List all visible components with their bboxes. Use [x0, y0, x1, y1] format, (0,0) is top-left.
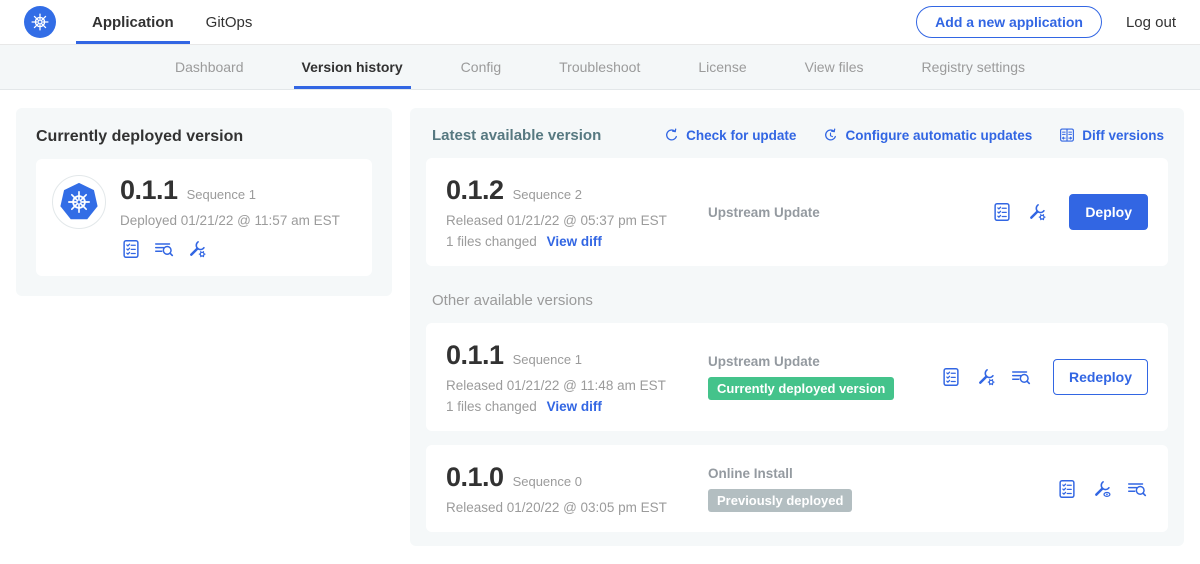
version-number: 0.1.1 — [446, 340, 504, 371]
subnav-tab-license[interactable]: License — [698, 45, 746, 89]
other-versions-title: Other available versions — [432, 292, 1168, 309]
files-changed-label: 1 files changed — [446, 399, 537, 414]
subnav-tab-config[interactable]: Config — [461, 45, 501, 89]
view-diff-link[interactable]: View diff — [547, 399, 602, 414]
version-card-0-1-2: 0.1.2 Sequence 2 Released 01/21/22 @ 05:… — [426, 158, 1168, 266]
version-number: 0.1.2 — [446, 175, 504, 206]
current-version-card: 0.1.1 Sequence 1 Deployed 01/21/22 @ 11:… — [36, 159, 372, 276]
current-version-number: 0.1.1 — [120, 175, 178, 206]
app-tabs: Application GitOps — [76, 0, 268, 44]
version-sequence: Sequence 2 — [513, 187, 582, 202]
version-source-label: Online Install — [708, 466, 1056, 481]
check-for-update-label: Check for update — [686, 128, 796, 143]
diff-versions-label: Diff versions — [1082, 128, 1164, 143]
release-notes-icon[interactable] — [1010, 366, 1032, 388]
tab-application[interactable]: Application — [76, 0, 190, 44]
available-versions-panel: Latest available version Check for updat… — [410, 108, 1184, 546]
subnav-tab-registry-settings[interactable]: Registry settings — [922, 45, 1025, 89]
latest-version-title: Latest available version — [432, 127, 601, 144]
edit-config-icon[interactable] — [1026, 201, 1048, 223]
main-content: Currently deployed version 0.1.1 Sequenc… — [0, 90, 1200, 546]
edit-config-icon[interactable] — [975, 366, 997, 388]
add-application-button[interactable]: Add a new application — [916, 6, 1102, 38]
redeploy-button[interactable]: Redeploy — [1053, 359, 1148, 395]
release-notes-icon[interactable] — [153, 238, 175, 260]
view-config-icon[interactable] — [1091, 478, 1113, 500]
subnav-tab-version-history[interactable]: Version history — [302, 45, 403, 89]
version-number: 0.1.0 — [446, 462, 504, 493]
files-changed-label: 1 files changed — [446, 234, 537, 249]
version-source-label: Upstream Update — [708, 354, 940, 369]
subnav-tab-dashboard[interactable]: Dashboard — [175, 45, 244, 89]
diff-icon — [1058, 126, 1076, 144]
view-diff-link[interactable]: View diff — [547, 234, 602, 249]
version-sequence: Sequence 0 — [513, 474, 582, 489]
previously-deployed-badge: Previously deployed — [708, 489, 852, 512]
current-version-panel: Currently deployed version 0.1.1 Sequenc… — [16, 108, 392, 296]
preflight-checks-icon[interactable] — [991, 201, 1013, 223]
tab-application-label: Application — [92, 14, 174, 31]
current-version-title: Currently deployed version — [36, 128, 372, 146]
subnav-tab-troubleshoot[interactable]: Troubleshoot — [559, 45, 640, 89]
top-nav-right: Add a new application Log out — [916, 0, 1176, 44]
configure-automatic-updates-link[interactable]: Configure automatic updates — [822, 127, 1032, 144]
diff-versions-link[interactable]: Diff versions — [1058, 126, 1164, 144]
version-released-date: Released 01/20/22 @ 03:05 pm EST — [446, 500, 708, 515]
currently-deployed-badge: Currently deployed version — [708, 377, 894, 400]
version-source-label: Upstream Update — [708, 205, 991, 220]
kubernetes-logo-icon — [24, 6, 56, 38]
refresh-icon — [663, 127, 680, 144]
check-for-update-link[interactable]: Check for update — [663, 127, 796, 144]
release-notes-icon[interactable] — [1126, 478, 1148, 500]
tab-gitops-label: GitOps — [206, 14, 253, 31]
subnav-tab-view-files[interactable]: View files — [805, 45, 864, 89]
app-sub-nav: Dashboard Version history Config Trouble… — [0, 45, 1200, 90]
tab-gitops[interactable]: GitOps — [190, 0, 269, 44]
app-kubernetes-icon — [52, 175, 106, 229]
version-released-date: Released 01/21/22 @ 11:48 am EST — [446, 378, 708, 393]
configure-automatic-updates-label: Configure automatic updates — [845, 128, 1032, 143]
schedule-icon — [822, 127, 839, 144]
logout-button[interactable]: Log out — [1126, 14, 1176, 31]
top-nav: Application GitOps Add a new application… — [0, 0, 1200, 45]
deploy-button[interactable]: Deploy — [1069, 194, 1148, 230]
version-sequence: Sequence 1 — [513, 352, 582, 367]
current-version-deployed-date: Deployed 01/21/22 @ 11:57 am EST — [120, 213, 340, 228]
version-card-0-1-1: 0.1.1 Sequence 1 Released 01/21/22 @ 11:… — [426, 323, 1168, 431]
preflight-checks-icon[interactable] — [1056, 478, 1078, 500]
version-card-0-1-0: 0.1.0 Sequence 0 Released 01/20/22 @ 03:… — [426, 445, 1168, 532]
preflight-checks-icon[interactable] — [940, 366, 962, 388]
version-released-date: Released 01/21/22 @ 05:37 pm EST — [446, 213, 708, 228]
preflight-checks-icon[interactable] — [120, 238, 142, 260]
edit-config-icon[interactable] — [186, 238, 208, 260]
current-version-sequence: Sequence 1 — [187, 187, 256, 202]
